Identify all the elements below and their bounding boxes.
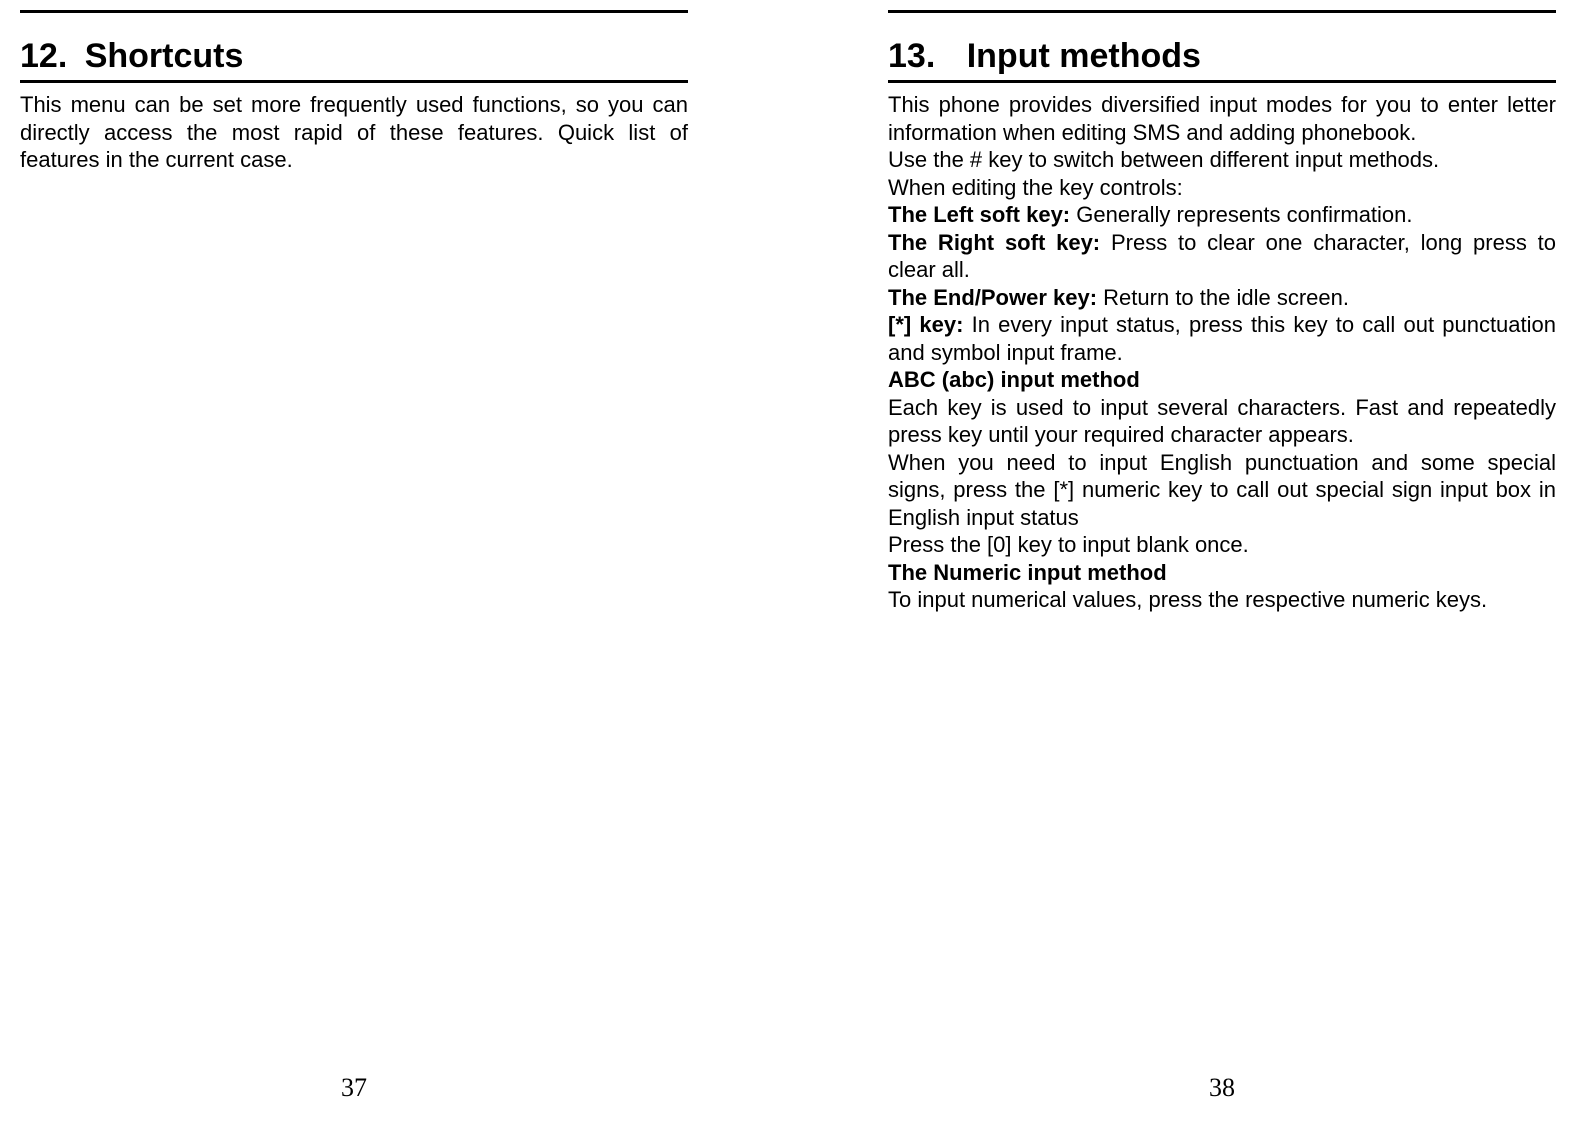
abc-method-p1: Each key is used to input several charac… (888, 394, 1556, 449)
left-soft-key-line: The Left soft key: Generally represents … (888, 201, 1556, 229)
star-key-label: [*] key: (888, 312, 972, 337)
editing-line: When editing the key controls: (888, 174, 1556, 202)
right-soft-key-label: The Right soft key: (888, 230, 1111, 255)
right-body: This phone provides diversified input mo… (888, 91, 1556, 614)
numeric-method-p1: To input numerical values, press the res… (888, 586, 1556, 614)
star-key-line: [*] key: In every input status, press th… (888, 311, 1556, 366)
end-power-key-line: The End/Power key: Return to the idle sc… (888, 284, 1556, 312)
left-body: This menu can be set more frequently use… (20, 91, 688, 174)
end-power-key-label: The End/Power key: (888, 285, 1103, 310)
left-page: 12. Shortcuts This menu can be set more … (0, 0, 788, 1143)
page-number-left: 37 (20, 1073, 688, 1103)
heading-title: Shortcuts (85, 37, 244, 76)
abc-method-heading: ABC (abc) input method (888, 366, 1556, 394)
end-power-key-text: Return to the idle screen. (1103, 285, 1349, 310)
right-heading-row: 13. Input methods (888, 37, 1556, 83)
left-soft-key-text: Generally represents confirmation. (1076, 202, 1412, 227)
left-soft-key-label: The Left soft key: (888, 202, 1076, 227)
left-content: 12. Shortcuts This menu can be set more … (20, 10, 688, 174)
heading-number: 13. (888, 37, 935, 76)
section-heading-shortcuts: 12. Shortcuts (20, 37, 688, 76)
abc-method-p3: Press the [0] key to input blank once. (888, 531, 1556, 559)
abc-method-p2: When you need to input English punctuati… (888, 449, 1556, 532)
star-key-text: In every input status, press this key to… (888, 312, 1556, 365)
heading-title: Input methods (967, 37, 1201, 76)
intro-paragraph: This phone provides diversified input mo… (888, 91, 1556, 146)
shortcuts-paragraph: This menu can be set more frequently use… (20, 91, 688, 174)
right-page: 13. Input methods This phone provides di… (788, 0, 1576, 1143)
hash-key-line: Use the # key to switch between differen… (888, 146, 1556, 174)
left-heading-row: 12. Shortcuts (20, 37, 688, 83)
right-soft-key-line: The Right soft key: Press to clear one c… (888, 229, 1556, 284)
section-heading-input-methods: 13. Input methods (888, 37, 1556, 76)
page-number-right: 38 (888, 1073, 1556, 1103)
heading-number: 12. (20, 37, 67, 76)
right-content: 13. Input methods This phone provides di… (888, 10, 1556, 614)
numeric-method-heading: The Numeric input method (888, 559, 1556, 587)
